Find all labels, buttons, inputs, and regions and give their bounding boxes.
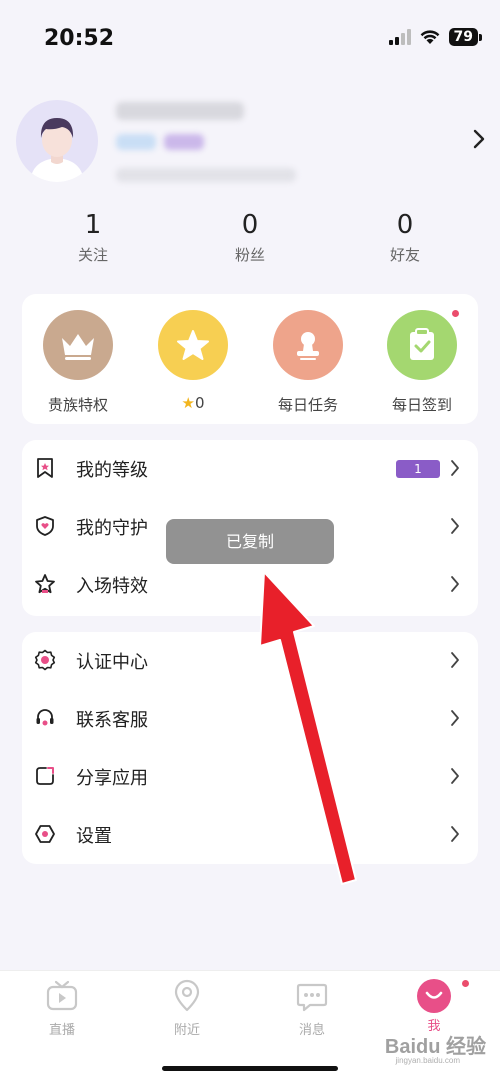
headset-icon	[36, 709, 54, 726]
avatar[interactable]	[16, 100, 98, 182]
tab-label: 附近	[173, 1023, 200, 1038]
chevron-right-icon[interactable]	[472, 128, 486, 150]
status-icons: 79	[388, 28, 483, 46]
feature-label: 贵族特权	[47, 396, 108, 414]
cellular-signal-icon	[388, 29, 411, 45]
feature-card: 贵族特权 ★0 每日任务 每日签到	[22, 294, 478, 424]
tag-blurred-2	[164, 134, 204, 150]
tab-nearby[interactable]: 附近	[142, 979, 232, 1038]
chevron-right-icon	[451, 826, 459, 842]
chevron-right-icon	[451, 768, 459, 784]
username-blurred	[116, 102, 244, 120]
tab-messages[interactable]: 消息	[267, 979, 357, 1038]
feature-daily-tasks[interactable]: 每日任务	[253, 310, 363, 415]
menu-label: 我的守护	[76, 518, 148, 539]
stat-value: 0	[241, 210, 259, 240]
feature-daily-checkin[interactable]: 每日签到	[367, 310, 477, 415]
tab-label: 直播	[48, 1023, 75, 1038]
menu-label: 入场特效	[76, 576, 148, 597]
crown-icon	[43, 310, 113, 380]
clipboard-check-icon	[387, 310, 457, 380]
shield-heart-icon	[36, 516, 54, 536]
feature-label: 每日任务	[277, 396, 338, 414]
notification-dot	[462, 980, 469, 987]
chevron-right-icon	[451, 576, 459, 592]
copied-toast: 已复制	[166, 519, 334, 564]
watermark-url: jingyan.baidu.com	[395, 1056, 460, 1065]
smile-icon	[417, 979, 451, 1013]
id-blurred	[116, 168, 296, 182]
menu-label: 分享应用	[76, 768, 148, 789]
stat-following[interactable]: 1 关注	[33, 210, 153, 265]
tab-live[interactable]: 直播	[17, 979, 107, 1038]
feature-label: 每日签到	[391, 396, 452, 414]
stat-label: 粉丝	[234, 246, 265, 264]
menu-label: 我的等级	[76, 460, 148, 481]
menu-label: 联系客服	[76, 710, 148, 731]
menu-item-my-level[interactable]: 我的等级 1	[22, 440, 478, 498]
tv-icon	[46, 980, 78, 1011]
share-icon	[36, 767, 54, 785]
stats-row: 1 关注 0 粉丝 0 好友	[0, 210, 500, 270]
chevron-right-icon	[451, 652, 459, 668]
profile-header[interactable]	[16, 100, 486, 190]
stat-friends[interactable]: 0 好友	[345, 210, 465, 265]
chevron-right-icon	[451, 460, 459, 476]
stamp-icon	[273, 310, 343, 380]
star-icon	[158, 310, 228, 380]
location-pin-icon	[174, 979, 200, 1012]
small-star-icon: ★	[181, 394, 195, 412]
menu-group-2: 认证中心 联系客服 分享应用 设置	[22, 632, 478, 864]
battery-indicator: 79	[448, 28, 483, 46]
notification-dot	[452, 310, 459, 317]
wifi-icon	[420, 30, 439, 44]
star-outline-icon	[35, 574, 55, 594]
tab-me[interactable]: 我	[389, 979, 479, 1034]
stat-fans[interactable]: 0 粉丝	[190, 210, 310, 265]
chevron-right-icon	[451, 518, 459, 534]
menu-item-verification-center[interactable]: 认证中心	[22, 632, 478, 690]
chat-icon	[296, 983, 328, 1012]
feature-noble-privilege[interactable]: 贵族特权	[23, 310, 133, 415]
menu-item-entrance-effect[interactable]: 入场特效	[22, 556, 478, 614]
menu-item-customer-service[interactable]: 联系客服	[22, 690, 478, 748]
stat-value: 1	[84, 210, 102, 240]
settings-hex-icon	[35, 825, 55, 843]
menu-item-settings[interactable]: 设置	[22, 806, 478, 864]
status-bar: 20:52 79	[0, 0, 500, 80]
status-time: 20:52	[44, 26, 115, 51]
tab-label: 消息	[298, 1023, 325, 1038]
bookmark-star-icon	[37, 458, 53, 478]
avatar-illustration	[30, 118, 84, 182]
star-count: 0	[194, 394, 205, 412]
chevron-right-icon	[451, 710, 459, 726]
stat-label: 关注	[77, 246, 108, 264]
stat-label: 好友	[389, 246, 420, 264]
feature-stars[interactable]: ★0	[138, 310, 248, 412]
menu-label: 设置	[76, 826, 112, 847]
level-badge: 1	[396, 460, 440, 478]
home-indicator	[162, 1066, 338, 1071]
menu-label: 认证中心	[76, 652, 148, 673]
menu-item-share-app[interactable]: 分享应用	[22, 748, 478, 806]
watermark: Baidu 经验	[384, 1036, 486, 1058]
tag-blurred-1	[116, 134, 156, 150]
stat-value: 0	[396, 210, 414, 240]
badge-check-icon	[34, 649, 56, 671]
